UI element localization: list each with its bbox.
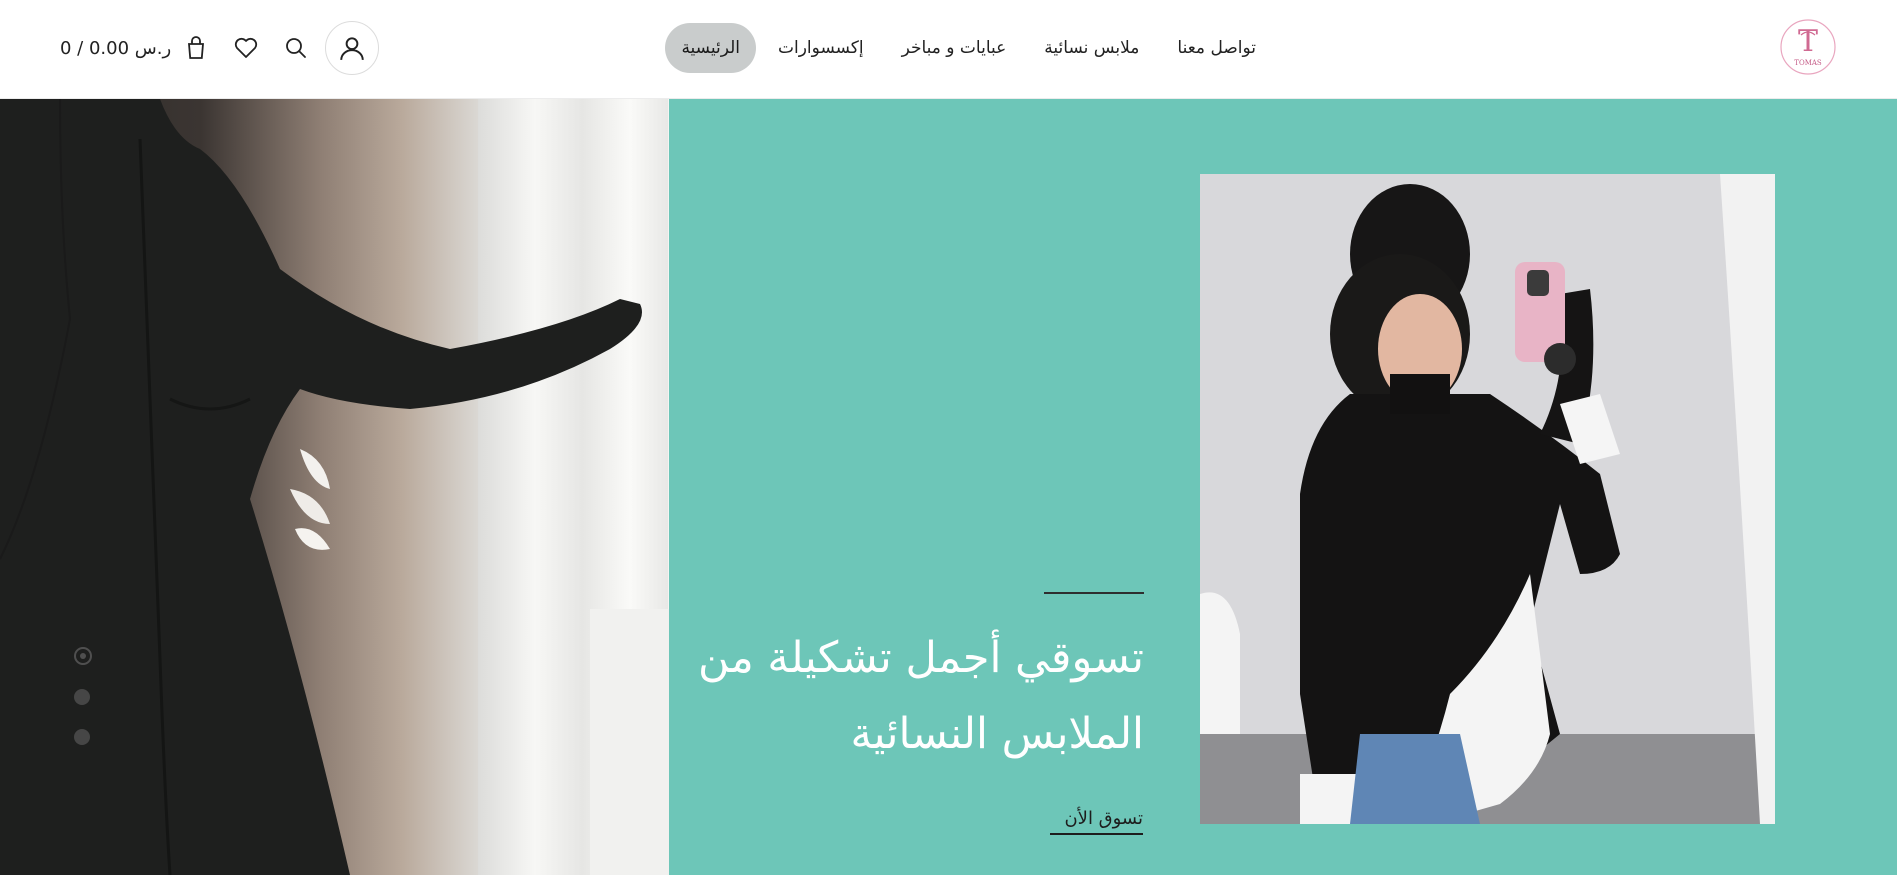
- main-nav: الرئيسية إكسسوارات عبايات و مباخر ملابس …: [665, 23, 1272, 73]
- brand-logo[interactable]: T TOMAS: [1779, 13, 1837, 81]
- cart-icon[interactable]: [181, 33, 211, 63]
- slider-dots: [74, 647, 92, 769]
- nav-item-womens-clothing[interactable]: ملابس نسائية: [1028, 23, 1155, 73]
- hero-divider: [1044, 592, 1144, 594]
- hero-side-image: [0, 99, 669, 875]
- heart-icon[interactable]: [231, 33, 261, 63]
- slider-dot-3[interactable]: [74, 729, 90, 745]
- slider-dot-2[interactable]: [74, 689, 90, 705]
- svg-text:TOMAS: TOMAS: [1794, 59, 1822, 67]
- search-icon[interactable]: [281, 33, 311, 63]
- user-icon: [340, 37, 364, 60]
- header-tools: ر.س 0.00 / 0: [60, 21, 380, 75]
- site-header: T TOMAS الرئيسية إكسسوارات عبايات و مباخ…: [0, 0, 1897, 99]
- nav-item-accessories[interactable]: إكسسوارات: [762, 23, 880, 73]
- hero-title: تسوقي أجمل تشكيلة من الملابس النسائية: [698, 633, 1144, 759]
- nav-item-abayas[interactable]: عبايات و مباخر: [886, 23, 1023, 73]
- slider-dot-1[interactable]: [74, 647, 92, 665]
- account-button[interactable]: [325, 21, 380, 75]
- nav-item-home[interactable]: الرئيسية: [665, 23, 756, 73]
- svg-text:T: T: [1798, 24, 1818, 59]
- hero-product-image: [1200, 174, 1775, 824]
- cart-summary[interactable]: ر.س 0.00 / 0: [60, 38, 171, 59]
- nav-item-contact[interactable]: تواصل معنا: [1161, 23, 1272, 73]
- shop-now-link[interactable]: تسوق الأن: [1050, 808, 1143, 835]
